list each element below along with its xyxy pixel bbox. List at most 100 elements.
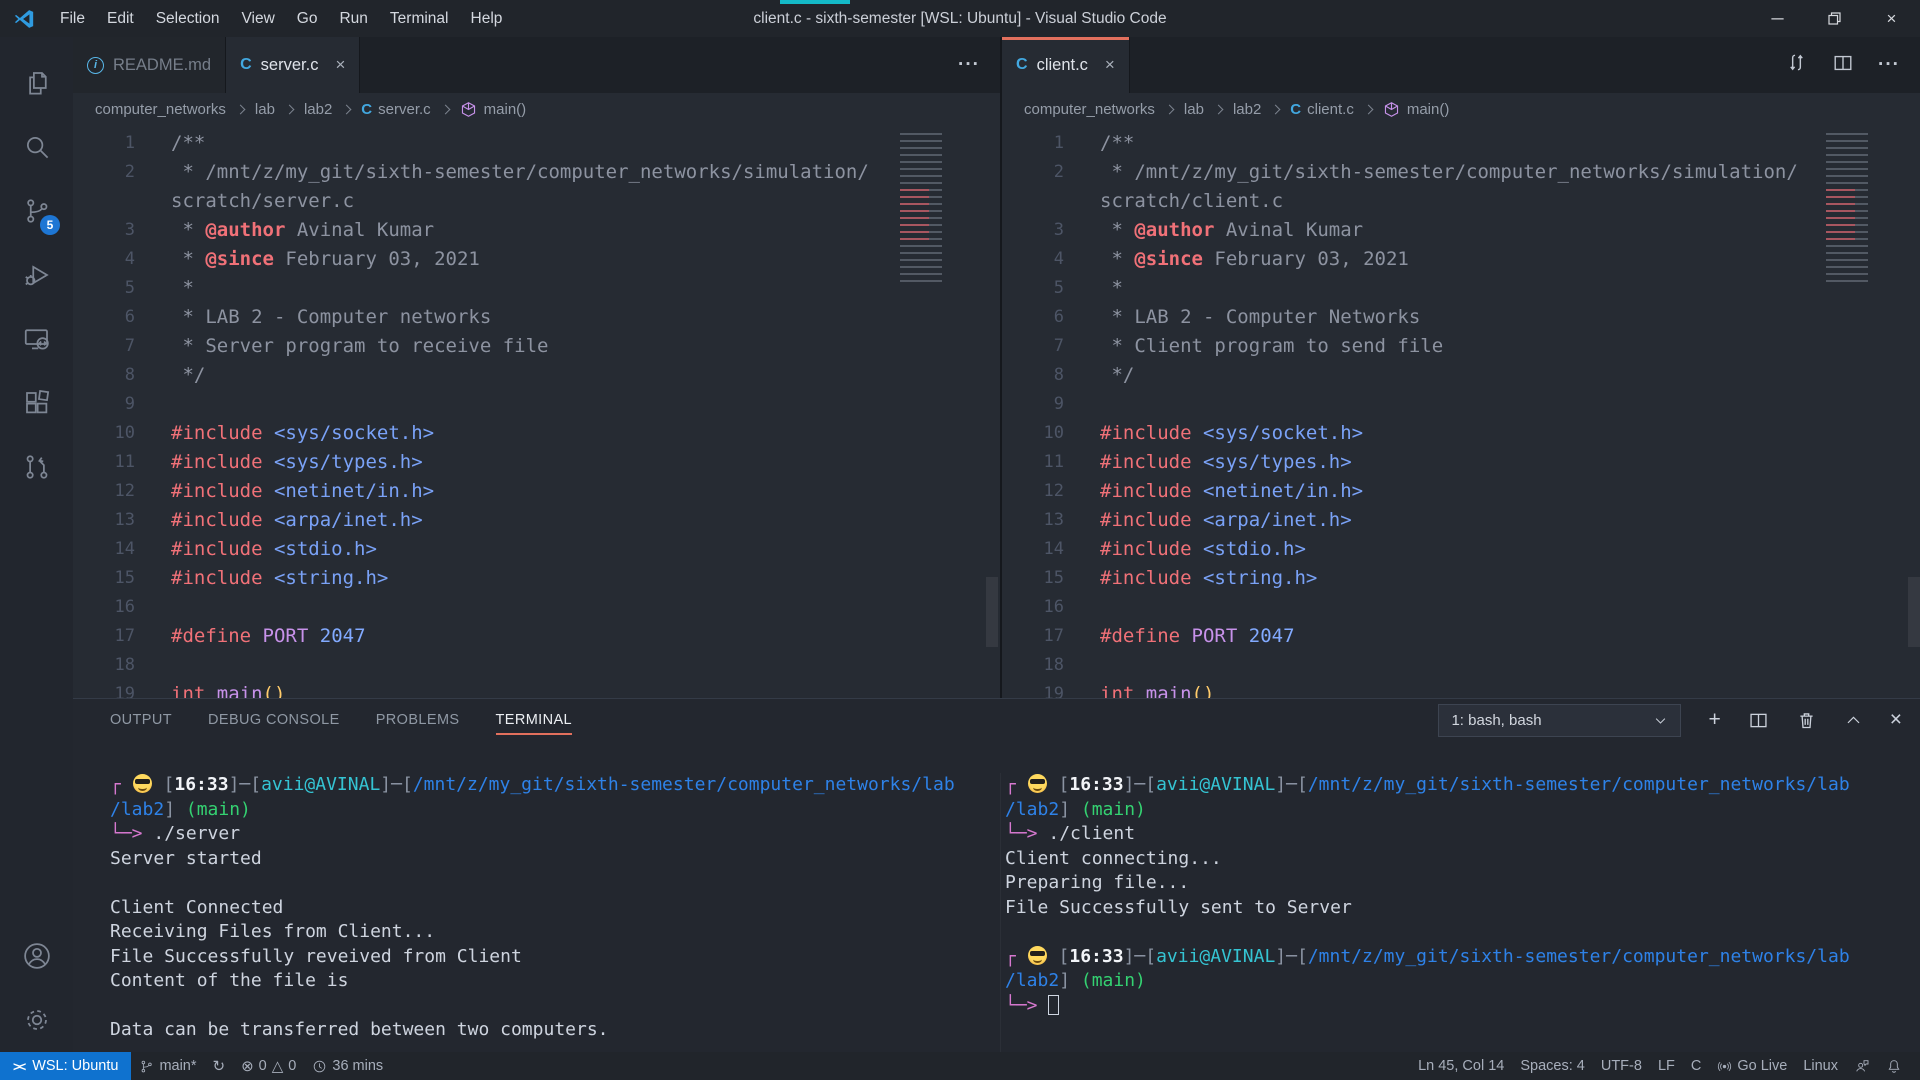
code-line[interactable]: 4 * @since February 03, 2021 <box>73 245 1000 274</box>
code-line[interactable]: 5 * <box>1002 274 1920 303</box>
code-line[interactable]: 11#include <sys/types.h> <box>73 448 1000 477</box>
code-line[interactable]: 2 * /mnt/z/my_git/sixth-semester/compute… <box>1002 158 1920 187</box>
close-button[interactable]: × <box>1863 0 1920 37</box>
problems-item[interactable]: ⊗ 0 △ 0 <box>233 1052 304 1080</box>
code-line[interactable]: 5 * <box>73 274 1000 303</box>
code-line[interactable]: 1/** <box>73 129 1000 158</box>
terminal-server[interactable]: ┌ [16:33]─[avii@AVINAL]─[/mnt/z/my_git/s… <box>73 773 1000 1052</box>
code-line[interactable]: 1/** <box>1002 129 1920 158</box>
code-line[interactable]: 15#include <string.h> <box>73 564 1000 593</box>
minimap[interactable] <box>900 133 952 283</box>
maximize-panel-icon[interactable] <box>1844 711 1863 730</box>
menu-terminal[interactable]: Terminal <box>379 0 460 37</box>
menu-edit[interactable]: Edit <box>96 0 145 37</box>
go-live-item[interactable]: Go Live <box>1709 1052 1795 1080</box>
code-line[interactable]: 11#include <sys/types.h> <box>1002 448 1920 477</box>
code-line[interactable]: 7 * Client program to send file <box>1002 332 1920 361</box>
code-editor-server[interactable]: 1/**2 * /mnt/z/my_git/sixth-semester/com… <box>73 125 1000 698</box>
breadcrumb-item[interactable]: lab <box>255 101 275 118</box>
code-line[interactable]: 13#include <arpa/inet.h> <box>73 506 1000 535</box>
tab-problems[interactable]: PROBLEMS <box>376 699 460 741</box>
tab-client-c[interactable]: C client.c × <box>1002 37 1130 93</box>
menu-go[interactable]: Go <box>286 0 329 37</box>
split-terminal-icon[interactable] <box>1748 710 1769 731</box>
eol-item[interactable]: LF <box>1650 1052 1683 1080</box>
code-line[interactable]: 12#include <netinet/in.h> <box>73 477 1000 506</box>
sync-changes-item[interactable]: ↻ <box>205 1052 234 1080</box>
code-line[interactable]: 12#include <netinet/in.h> <box>1002 477 1920 506</box>
code-line[interactable]: 8 */ <box>1002 361 1920 390</box>
close-tab-icon[interactable]: × <box>1105 55 1115 75</box>
breadcrumb[interactable]: computer_networks lab lab2 C server.c ma… <box>73 93 1000 125</box>
language-mode-item[interactable]: C <box>1683 1052 1709 1080</box>
more-actions-icon[interactable]: ··· <box>1878 54 1900 76</box>
scrollbar[interactable] <box>986 577 998 647</box>
code-editor-client[interactable]: 1/**2 * /mnt/z/my_git/sixth-semester/com… <box>1002 125 1920 698</box>
indentation-item[interactable]: Spaces: 4 <box>1512 1052 1593 1080</box>
encoding-item[interactable]: UTF-8 <box>1593 1052 1650 1080</box>
breadcrumb[interactable]: computer_networks lab lab2 C client.c ma… <box>1002 93 1920 125</box>
remote-indicator[interactable]: >< WSL: Ubuntu <box>0 1052 131 1080</box>
split-editor-icon[interactable] <box>1832 52 1854 79</box>
minimap[interactable] <box>1826 133 1878 283</box>
code-line[interactable]: 4 * @since February 03, 2021 <box>1002 245 1920 274</box>
code-line[interactable]: scratch/client.c <box>1002 187 1920 216</box>
menu-view[interactable]: View <box>230 0 285 37</box>
breadcrumb-item[interactable]: main() <box>484 101 527 118</box>
source-control-icon[interactable]: 5 <box>0 179 73 243</box>
terminal-select[interactable]: 1: bash, bash <box>1438 704 1681 737</box>
code-line[interactable]: 6 * LAB 2 - Computer networks <box>73 303 1000 332</box>
tab-terminal[interactable]: TERMINAL <box>496 699 573 741</box>
remote-explorer-icon[interactable] <box>0 307 73 371</box>
notifications-item[interactable] <box>1878 1052 1910 1080</box>
account-icon[interactable] <box>0 924 73 988</box>
menu-file[interactable]: File <box>49 0 96 37</box>
breadcrumb-item[interactable]: server.c <box>378 101 431 118</box>
more-actions-icon[interactable]: ··· <box>958 54 980 76</box>
breadcrumb-item[interactable]: computer_networks <box>95 101 226 118</box>
code-line[interactable]: 2 * /mnt/z/my_git/sixth-semester/compute… <box>73 158 1000 187</box>
minimize-button[interactable]: ─ <box>1749 0 1806 37</box>
code-line[interactable]: 15#include <string.h> <box>1002 564 1920 593</box>
menu-run[interactable]: Run <box>328 0 378 37</box>
terminal-client[interactable]: ┌ [16:33]─[avii@AVINAL]─[/mnt/z/my_git/s… <box>1000 773 1920 1052</box>
compare-changes-icon[interactable] <box>1785 51 1808 79</box>
breadcrumb-item[interactable]: lab2 <box>304 101 332 118</box>
code-line[interactable]: 8 */ <box>73 361 1000 390</box>
tab-debug-console[interactable]: DEBUG CONSOLE <box>208 699 340 741</box>
search-icon[interactable] <box>0 115 73 179</box>
pull-requests-icon[interactable] <box>0 435 73 499</box>
breadcrumb-item[interactable]: computer_networks <box>1024 101 1155 118</box>
tab-readme-md[interactable]: i README.md <box>73 37 226 93</box>
code-line[interactable]: scratch/server.c <box>73 187 1000 216</box>
code-line[interactable]: 9 <box>1002 390 1920 419</box>
settings-gear-icon[interactable] <box>0 988 73 1052</box>
code-line[interactable]: 3 * @author Avinal Kumar <box>73 216 1000 245</box>
code-line[interactable]: 16 <box>1002 593 1920 622</box>
tab-output[interactable]: OUTPUT <box>110 699 172 741</box>
new-terminal-icon[interactable]: + <box>1708 708 1720 732</box>
os-item[interactable]: Linux <box>1795 1052 1846 1080</box>
breadcrumb-item[interactable]: main() <box>1407 101 1450 118</box>
breadcrumb-item[interactable]: lab <box>1184 101 1204 118</box>
code-line[interactable]: 7 * Server program to receive file <box>73 332 1000 361</box>
code-line[interactable]: 10#include <sys/socket.h> <box>1002 419 1920 448</box>
code-line[interactable]: 13#include <arpa/inet.h> <box>1002 506 1920 535</box>
code-line[interactable]: 19int main() <box>1002 680 1920 698</box>
code-line[interactable]: 9 <box>73 390 1000 419</box>
menu-help[interactable]: Help <box>460 0 514 37</box>
code-line[interactable]: 16 <box>73 593 1000 622</box>
feedback-item[interactable] <box>1846 1052 1878 1080</box>
code-line[interactable]: 6 * LAB 2 - Computer Networks <box>1002 303 1920 332</box>
code-line[interactable]: 17#define PORT 2047 <box>73 622 1000 651</box>
explorer-icon[interactable] <box>0 51 73 115</box>
close-panel-icon[interactable]: × <box>1890 708 1902 732</box>
code-line[interactable]: 3 * @author Avinal Kumar <box>1002 216 1920 245</box>
code-line[interactable]: 14#include <stdio.h> <box>1002 535 1920 564</box>
close-tab-icon[interactable]: × <box>335 55 345 75</box>
git-branch-item[interactable]: main* <box>131 1052 204 1080</box>
breadcrumb-item[interactable]: lab2 <box>1233 101 1261 118</box>
maximize-restore-button[interactable] <box>1806 0 1863 37</box>
code-line[interactable]: 14#include <stdio.h> <box>73 535 1000 564</box>
run-debug-icon[interactable] <box>0 243 73 307</box>
